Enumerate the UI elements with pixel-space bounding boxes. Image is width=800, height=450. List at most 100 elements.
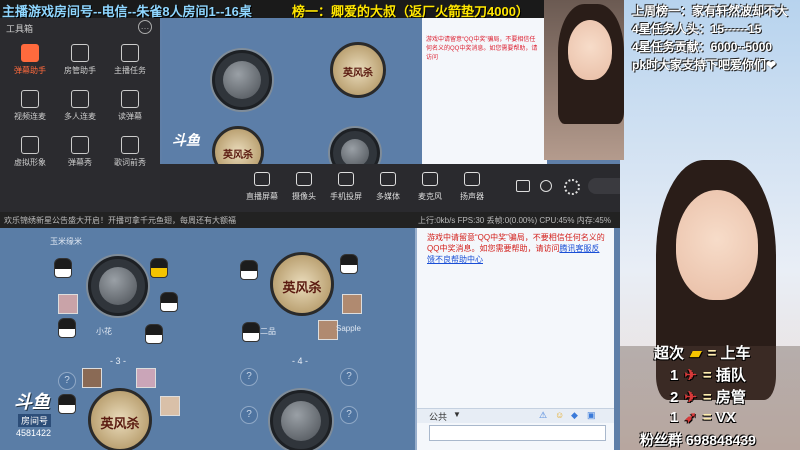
player-photo[interactable] <box>136 368 156 388</box>
pk-note-text: pk时大家支持下吧爱你们❤ <box>632 58 777 72</box>
control-button[interactable]: 多媒体 <box>368 172 408 202</box>
tool-label: 视频连麦 <box>14 112 46 121</box>
player-avatar[interactable] <box>160 292 178 312</box>
warning-icon[interactable]: ⚠ <box>539 410 547 421</box>
game-table[interactable] <box>88 256 148 316</box>
gift-meaning: VX <box>715 409 736 426</box>
control-icon <box>464 172 480 186</box>
emoji-icon[interactable]: ☺ <box>555 410 564 420</box>
preview-chat: 游戏中请留意“QQ中奖”骗局，不要相信任何名义的QQ中奖消息。如您需要帮助，请访… <box>422 18 547 166</box>
control-icon <box>296 172 312 186</box>
gift-legend-row: 1 ✈ = 插队 <box>670 364 746 385</box>
toolbox-panel: 工具箱 … 弹幕助手 房管助手 主播任务视频连麦 多人连麦 读弹幕虚拟形象 弹幕秀 歌词前秀 <box>0 18 160 233</box>
rocket-icon: ➶ <box>684 409 697 426</box>
control-button[interactable]: 麦克风 <box>410 172 450 202</box>
preview-watermark: 斗鱼 <box>172 132 200 148</box>
player-nickname: 玉米缘米 <box>50 237 82 246</box>
control-icon <box>254 172 270 186</box>
player-nickname: Sapple <box>336 324 361 333</box>
player-avatar[interactable] <box>242 322 260 342</box>
player-avatar[interactable] <box>58 318 76 338</box>
game-table-2[interactable] <box>270 390 332 450</box>
table-number-3: - 3 - <box>110 356 127 366</box>
tool-label: 房管助手 <box>64 66 96 75</box>
player-avatar[interactable] <box>240 260 258 280</box>
tool-icon <box>21 90 39 108</box>
stream-preview: 英风杀 英风杀 斗鱼 游戏中请留意“QQ中奖”骗局，不要相信任何名义的QQ中奖消… <box>162 18 547 166</box>
tool-item[interactable]: 虚拟形象 <box>6 136 54 168</box>
toolbox-header: 工具箱 <box>6 24 34 34</box>
control-button[interactable]: 手机投屏 <box>326 172 366 202</box>
table-number-4: - 4 - <box>292 356 309 366</box>
player-photo[interactable] <box>160 396 180 416</box>
equals-sign: = <box>702 367 716 384</box>
game-lobby: 英风杀 英风杀 - 3 - - 4 - ? ? ? ? ? 玉米缘米 小花 二品… <box>0 228 415 450</box>
player-photo[interactable] <box>342 294 362 314</box>
record-icon[interactable] <box>516 180 530 192</box>
preview-logo-2: 英风杀 <box>212 126 264 166</box>
tool-item[interactable]: 读弹幕 <box>106 90 154 122</box>
tool-item[interactable]: 主播任务 <box>106 44 154 76</box>
tool-item[interactable]: 多人连麦 <box>56 90 104 122</box>
chat-input[interactable] <box>429 425 606 441</box>
player-photo[interactable] <box>82 368 102 388</box>
empty-seat[interactable]: ? <box>240 368 258 386</box>
settings-icon[interactable] <box>564 179 580 195</box>
chat-channel-select[interactable]: 公共 <box>429 410 447 423</box>
plane-icon: ✈ <box>684 389 697 406</box>
chat-panel: 游戏中请留意“QQ中奖”骗局，不要相信任何名义的QQ中奖消息。如您需要帮助，请访… <box>415 228 614 450</box>
room-label: 房间号 <box>18 414 52 427</box>
control-icon <box>338 172 354 186</box>
player-avatar[interactable] <box>340 254 358 274</box>
gift-meaning: 插队 <box>715 367 746 384</box>
control-bar: 直播屏幕 摄像头 手机投屏 多媒体 麦克风 扬声器 <box>160 164 628 212</box>
control-button[interactable]: 摄像头 <box>284 172 324 202</box>
gift-icon[interactable]: ◆ <box>571 410 578 421</box>
tool-item[interactable]: 弹幕秀 <box>56 136 104 168</box>
chat-toolbar: 公共 ▼ ⚠ ☺ ◆ ▣ <box>417 408 614 423</box>
preview-table-2 <box>330 128 380 166</box>
webcam-top-overlay <box>544 0 624 160</box>
equals-sign: = <box>702 409 716 426</box>
chat-warning-message: 游戏中请留意“QQ中奖”骗局，不要相信任何名义的QQ中奖消息。如您需要帮助，请访… <box>427 233 605 264</box>
tool-item[interactable]: 房管助手 <box>56 44 104 76</box>
player-avatar[interactable] <box>58 394 76 414</box>
announcement-text: 欢乐锦绣新星公告盛大开启！开播可拿千元鱼翅，每周还有大额福 <box>4 216 236 225</box>
player-photo[interactable] <box>58 294 78 314</box>
tool-icon <box>71 136 89 154</box>
empty-seat[interactable]: ? <box>340 368 358 386</box>
tool-label: 主播任务 <box>114 66 146 75</box>
tool-item[interactable]: 弹幕助手 <box>6 44 54 76</box>
tool-icon <box>121 44 139 62</box>
control-button[interactable]: 扬声器 <box>452 172 492 202</box>
empty-seat[interactable]: ? <box>58 372 76 390</box>
gift-count: 1 <box>670 409 679 426</box>
tool-item[interactable]: 歌词前秀 <box>106 136 154 168</box>
tool-icon <box>21 44 39 62</box>
empty-seat[interactable]: ? <box>340 406 358 424</box>
gift-legend-row: 1 ➶ = VX <box>670 408 736 426</box>
task-contribution-text: 4星任务贡献：6000--5000 <box>632 40 773 54</box>
player-avatar[interactable] <box>150 258 168 278</box>
player-photo[interactable] <box>318 320 338 340</box>
preview-table <box>212 50 272 110</box>
eye-icon[interactable] <box>540 180 552 192</box>
control-button[interactable]: 直播屏幕 <box>242 172 282 202</box>
tool-icon <box>121 136 139 154</box>
control-icon <box>380 172 396 186</box>
chevron-down-icon[interactable]: ▼ <box>453 410 461 419</box>
image-icon[interactable]: ▣ <box>587 410 596 421</box>
empty-seat[interactable]: ? <box>240 406 258 424</box>
gift-meaning: 房管 <box>715 389 746 406</box>
tool-label: 弹幕助手 <box>14 66 46 75</box>
status-bar: 欢乐锦绣新星公告盛大开启！开播可拿千元鱼翅，每周还有大额福 上行:0kb/s F… <box>0 212 620 228</box>
tool-icon <box>121 90 139 108</box>
tool-item[interactable]: 视频连麦 <box>6 90 54 122</box>
toolbox-more-icon[interactable]: … <box>138 20 152 34</box>
plane-icon: ✈ <box>684 367 697 384</box>
player-avatar[interactable] <box>145 324 163 344</box>
tool-icon <box>21 136 39 154</box>
player-avatar[interactable] <box>54 258 72 278</box>
game-logo: 英风杀 <box>270 252 334 316</box>
douyu-watermark: 斗鱼 <box>14 392 50 412</box>
